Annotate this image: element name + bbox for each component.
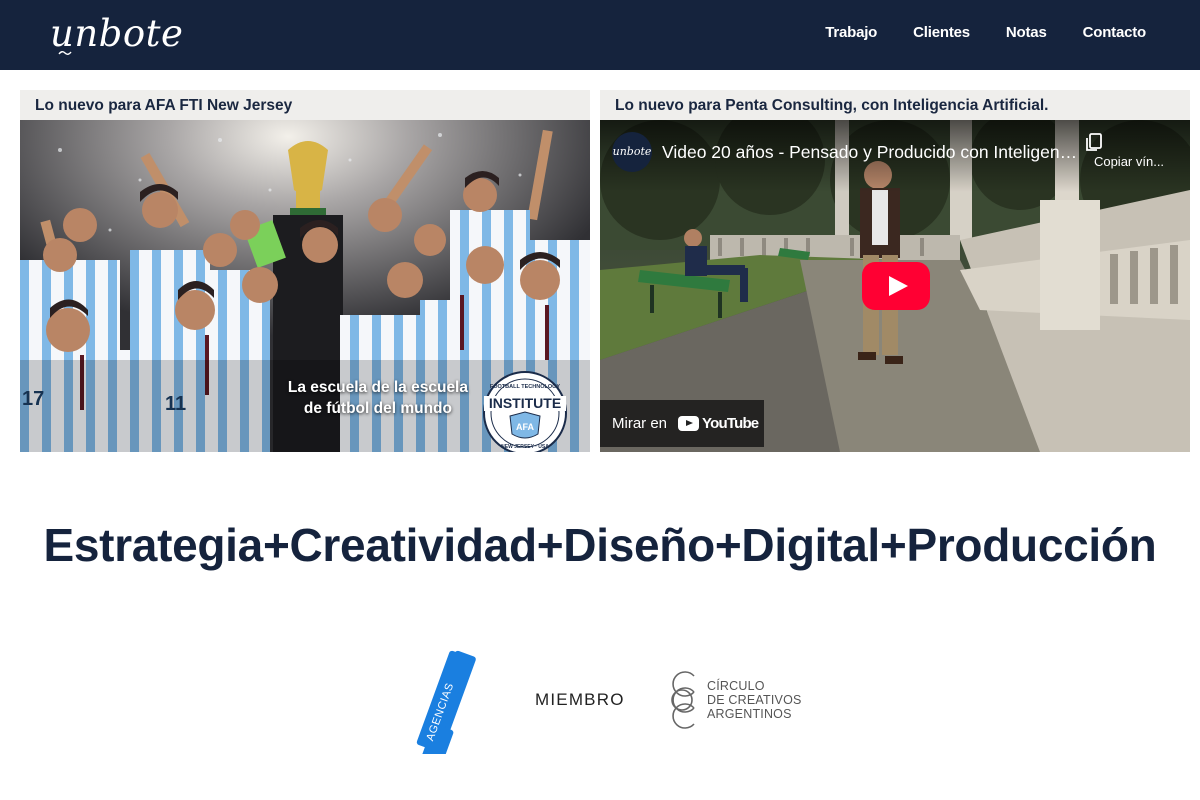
agencias-argentinas-logo[interactable]: ARGENTINAS AGENCIAS xyxy=(410,644,520,754)
copy-icon xyxy=(1086,133,1102,151)
channel-avatar[interactable]: unbote xyxy=(612,132,652,172)
card-title-afa[interactable]: Lo nuevo para AFA FTI New Jersey xyxy=(20,90,590,120)
video-title[interactable]: Video 20 años - Pensado y Producido con … xyxy=(662,141,1080,163)
overlay-line-2: de fútbol del mundo xyxy=(303,400,452,417)
watch-on-youtube-button[interactable]: Mirar en YouTube xyxy=(600,400,764,447)
nav-notas[interactable]: Notas xyxy=(1006,23,1047,43)
nav-contacto[interactable]: Contacto xyxy=(1083,23,1147,43)
copy-link-button[interactable]: Copiar vín... xyxy=(1084,132,1174,170)
nav-trabajo[interactable]: Trabajo xyxy=(825,23,877,43)
logo-tilde-icon xyxy=(58,51,72,55)
main-nav: Trabajo Clientes Notas Contacto xyxy=(825,23,1146,43)
youtube-embed[interactable]: unbote Video 20 años - Pensado y Produci… xyxy=(600,120,1190,452)
member-label: MIEMBRO xyxy=(535,690,625,709)
afa-overlay-text: La escuela de la escuela de fútbol del m… xyxy=(288,377,468,419)
project-card-penta[interactable]: Lo nuevo para Penta Consulting, con Inte… xyxy=(600,90,1190,452)
badge-seal-text: AFA xyxy=(516,422,535,432)
ccc-line-3: ARGENTINOS xyxy=(707,707,792,721)
youtube-play-icon xyxy=(678,416,700,431)
badge-name: INSTITUTE xyxy=(489,395,561,411)
overlay-line-1: La escuela de la escuela xyxy=(287,379,468,396)
ccc-line-1: CÍRCULO xyxy=(707,679,765,693)
circulo-creativos-logo[interactable]: CÍRCULO DE CREATIVOS ARGENTINOS xyxy=(707,679,802,721)
site-header: unbote Trabajo Clientes Notas Contacto xyxy=(0,0,1200,70)
project-card-afa[interactable]: Lo nuevo para AFA FTI New Jersey La escu… xyxy=(20,90,590,452)
circulo-creativos-icon xyxy=(671,671,695,729)
copy-link-label: Copiar vín... xyxy=(1093,154,1165,169)
ccc-line-2: DE CREATIVOS xyxy=(707,693,802,707)
services-tagline: Estrategia+Creatividad+Diseño+Digital+Pr… xyxy=(43,519,1157,571)
nav-clientes[interactable]: Clientes xyxy=(913,23,970,43)
fti-institute-badge: FOOTBALL TECHNOLOGY INSTITUTE AFA NEW JE… xyxy=(483,371,567,452)
play-button[interactable] xyxy=(862,262,930,310)
youtube-wordmark: YouTube xyxy=(702,415,759,432)
watch-on-label: Mirar en xyxy=(612,415,668,432)
afa-celebration-image[interactable]: 17 11 La escuela de la escuela de fútbol… xyxy=(20,120,590,452)
badge-top-text: FOOTBALL TECHNOLOGY xyxy=(490,384,561,390)
card-title-penta[interactable]: Lo nuevo para Penta Consulting, con Inte… xyxy=(600,90,1190,120)
membership-logos: ARGENTINAS AGENCIAS MIEMBRO CÍRCULO DE C… xyxy=(410,644,810,754)
youtube-logo: YouTube xyxy=(678,415,759,432)
badge-bottom-text: NEW JERSEY · USA xyxy=(501,444,549,450)
